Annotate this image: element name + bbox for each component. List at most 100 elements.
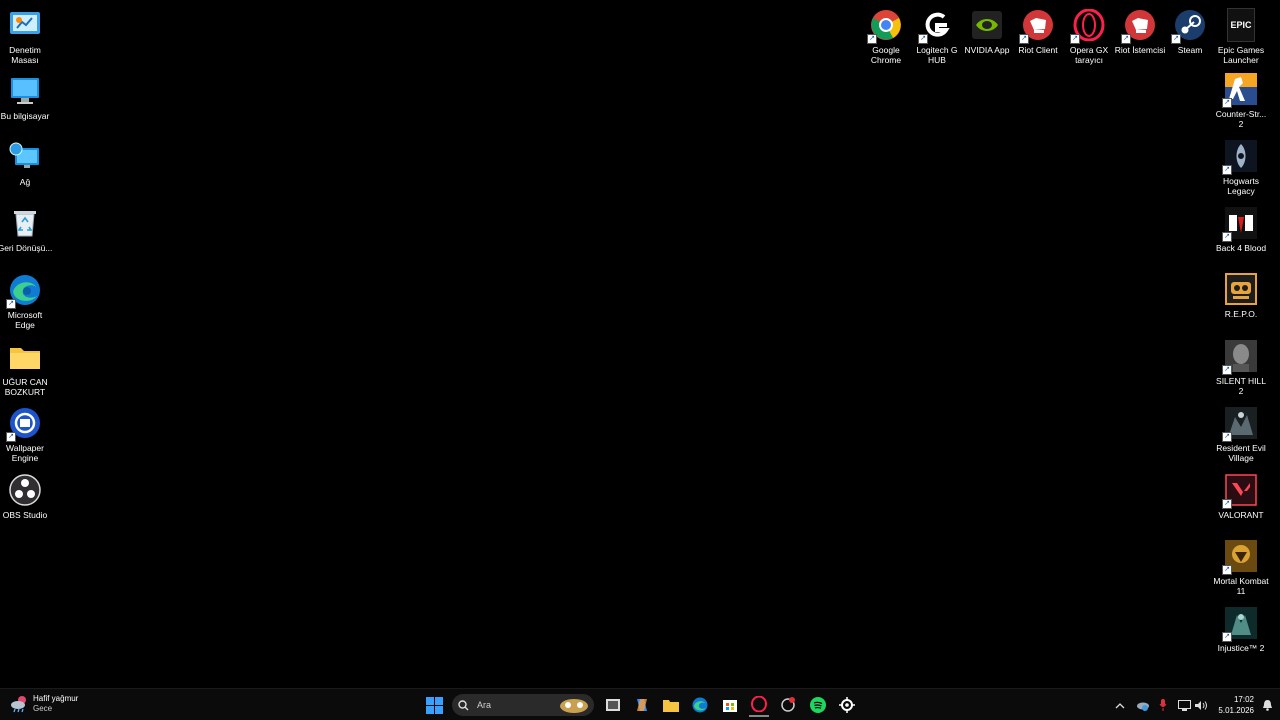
desktop-icon-back-4-blood[interactable]: ↗ Back 4 Blood [1213,206,1269,253]
desktop-icon-microsoft-edge[interactable]: ↗ Microsoft Edge [0,273,53,330]
valorant-icon: ↗ [1222,473,1258,509]
desktop-icon-resident-evil[interactable]: ↗ Resident Evil Village [1213,406,1269,463]
shortcut-arrow-icon: ↗ [6,299,16,309]
desktop-icon-epic-games-launcher[interactable]: EPIC Epic Games Launcher [1213,8,1269,65]
desktop-icon-label: Ağ [19,177,31,187]
desktop-icon-repo[interactable]: R.E.P.O. [1213,272,1269,319]
nvidia-icon [970,8,1004,42]
chrome-icon: ↗ [867,8,903,44]
search-box[interactable]: Ara [452,694,594,716]
search-icon [458,699,469,710]
shortcut-arrow-icon: ↗ [1222,98,1232,108]
desktop-icon-riot-istemcisi[interactable]: ↗ Riot İstemcisi [1112,8,1168,55]
recycle-bin-icon [8,206,42,240]
file-explorer-icon [663,700,679,712]
edge-taskbar-button[interactable] [690,693,710,717]
opera-gx-taskbar-button[interactable] [749,693,769,717]
desktop-icon-label: Geri Dönüşü... [0,243,53,253]
desktop-icon-riot-client[interactable]: ↗ Riot Client [1010,8,1066,55]
steelseries-icon [839,697,855,713]
desktop-icon-label: Injustice™ 2 [1217,643,1265,653]
shortcut-arrow-icon: ↗ [1222,232,1232,242]
desktop-icon-label: Denetim Masası [9,45,41,65]
shortcut-arrow-icon: ↗ [867,34,877,44]
riot-icon [781,697,795,712]
onedrive-tray[interactable] [1133,693,1151,717]
steelseries-button[interactable] [837,693,857,717]
network-icon [1177,699,1191,711]
shortcut-arrow-icon: ↗ [1070,34,1080,44]
desktop-icon-logitech-g-hub[interactable]: ↗ Logitech G HUB [909,8,965,65]
network-icon [8,140,42,174]
taskbar: Hafif yağmur Gece Ara 17:02 5.01.2026 [0,688,1280,720]
shortcut-arrow-icon: ↗ [1222,365,1232,375]
notification-icon [1262,700,1272,711]
task-view-button[interactable] [604,693,622,717]
start-button[interactable] [424,693,444,717]
clock[interactable]: 17:02 5.01.2026 [1218,694,1254,716]
desktop-icon-wallpaper-engine[interactable]: ↗ Wallpaper Engine [0,406,53,463]
shortcut-arrow-icon: ↗ [918,34,928,44]
desktop-icon-mortal-kombat[interactable]: ↗ Mortal Kombat 11 [1213,539,1269,596]
shortcut-arrow-icon: ↗ [1222,499,1232,509]
clock-time: 17:02 [1233,695,1254,704]
notification-button[interactable] [1258,693,1276,717]
desktop-icon-label: Wallpaper Engine [6,443,44,463]
desktop-icon-label: Epic Games Launcher [1217,45,1265,65]
desktop-icon-label: VALORANT [1218,510,1264,520]
copilot-button[interactable] [632,693,652,717]
desktop-icon-folder[interactable]: UĞUR CAN BOZKURT [0,340,53,397]
desktop-icon-label: Mortal Kombat 11 [1213,576,1269,596]
desktop-icon-label: Riot Client [1018,45,1058,55]
desktop-icon-label: UĞUR CAN BOZKURT [2,377,48,397]
desktop-icon-label: Bu bilgisayar [0,111,50,121]
shortcut-arrow-icon: ↗ [1019,34,1029,44]
volume-tray[interactable] [1192,693,1210,717]
desktop: Denetim Masası Bu bilgisayar Ağ Geri Dön… [0,0,1280,688]
desktop-icon-obs-studio[interactable]: OBS Studio [0,473,53,520]
shortcut-arrow-icon: ↗ [1171,34,1181,44]
microphone-tray[interactable] [1154,693,1172,717]
shortcut-arrow-icon: ↗ [1222,632,1232,642]
desktop-icon-label: OBS Studio [2,510,48,520]
desktop-icon-nvidia-app[interactable]: NVIDIA App [959,8,1015,55]
opera-gx-icon: ↗ [1070,8,1106,44]
file-explorer-button[interactable] [661,693,681,717]
silent-hill-icon: ↗ [1222,339,1258,375]
desktop-icon-opera-gx[interactable]: ↗ Opera GX tarayıcı [1061,8,1117,65]
desktop-icon-counter-strike[interactable]: ↗ Counter-Str... 2 [1213,72,1269,129]
shortcut-arrow-icon: ↗ [1121,34,1131,44]
desktop-icon-steam[interactable]: ↗ Steam [1162,8,1218,55]
desktop-icon-control-panel[interactable]: Denetim Masası [0,8,53,65]
desktop-icon-valorant[interactable]: ↗ VALORANT [1213,473,1269,520]
chevron-up-icon [1115,702,1125,708]
network-tray[interactable] [1175,693,1193,717]
search-highlight-icon [560,699,588,713]
riot-istemcisi-icon: ↗ [1121,8,1157,44]
rain-night-icon [11,696,26,713]
desktop-icon-label: Hogwarts Legacy [1223,176,1259,196]
weather-widget[interactable]: Hafif yağmur Gece [10,692,90,716]
weather-title: Hafif yağmur [33,694,79,703]
spotify-button[interactable] [808,693,828,717]
folder-icon [8,340,42,374]
desktop-icon-network[interactable]: Ağ [0,140,53,187]
desktop-icon-silent-hill[interactable]: ↗ SILENT HILL 2 [1213,339,1269,396]
desktop-icon-google-chrome[interactable]: ↗ Google Chrome [858,8,914,65]
desktop-icon-hogwarts-legacy[interactable]: ↗ Hogwarts Legacy [1213,139,1269,196]
desktop-icon-injustice[interactable]: ↗ Injustice™ 2 [1213,606,1269,653]
desktop-icon-label: Steam [1177,45,1203,55]
riot-taskbar-button[interactable] [778,693,798,717]
search-placeholder: Ara [477,700,492,710]
copilot-icon [637,699,647,711]
desktop-icon-recycle-bin[interactable]: Geri Dönüşü... [0,206,53,253]
back-4-blood-icon: ↗ [1222,206,1258,242]
store-button[interactable] [720,693,740,717]
desktop-icon-this-pc[interactable]: Bu bilgisayar [0,74,53,121]
show-hidden-icons-button[interactable] [1111,693,1129,717]
shortcut-arrow-icon: ↗ [1222,565,1232,575]
resident-evil-icon: ↗ [1222,406,1258,442]
desktop-icon-label: Counter-Str... 2 [1215,109,1267,129]
counter-strike-icon: ↗ [1222,72,1258,108]
desktop-icon-label: Resident Evil Village [1216,443,1266,463]
